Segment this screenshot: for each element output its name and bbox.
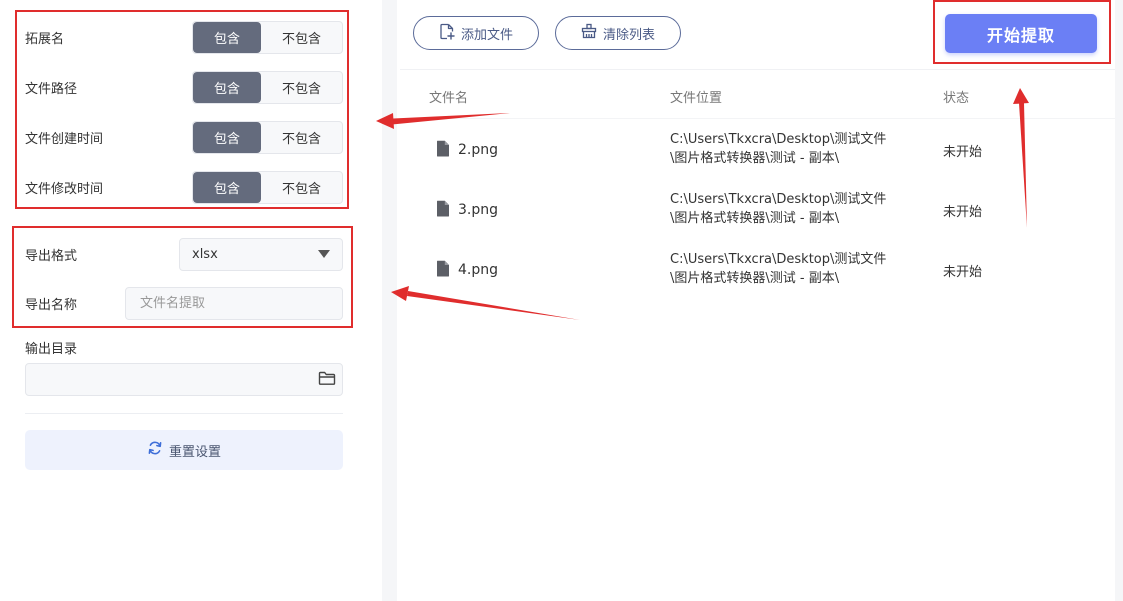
- clear-list-label: 清除列表: [602, 27, 655, 43]
- annotation-box-start: [933, 0, 1111, 64]
- table-row[interactable]: 4.png C:\Users\Tkxcra\Desktop\测试文件 \图片格式…: [400, 240, 1115, 300]
- file-location-line: C:\Users\Tkxcra\Desktop\测试文件: [670, 192, 887, 207]
- column-header-status: 状态: [943, 91, 970, 106]
- column-header-location: 文件位置: [670, 91, 723, 106]
- file-icon: [436, 260, 450, 281]
- annotation-arrow: [1013, 88, 1029, 104]
- file-location: C:\Users\Tkxcra\Desktop\测试文件 \图片格式转换器\测试…: [670, 250, 920, 288]
- file-name: 4.png: [458, 262, 499, 278]
- add-file-label: 添加文件: [460, 27, 513, 43]
- file-status: 未开始: [943, 204, 983, 220]
- output-dir-label: 输出目录: [25, 342, 78, 357]
- refresh-icon: [147, 440, 163, 460]
- divider: [25, 413, 343, 414]
- column-header-filename: 文件名: [429, 91, 469, 106]
- file-name-cell: 3.png: [436, 180, 498, 240]
- file-icon: [436, 200, 450, 221]
- annotation-box-options: [15, 10, 349, 209]
- file-location-line: \图片格式转换器\测试 - 副本\: [670, 271, 840, 286]
- reset-settings-button[interactable]: 重置设置: [25, 430, 343, 470]
- file-icon: [436, 140, 450, 161]
- file-location: C:\Users\Tkxcra\Desktop\测试文件 \图片格式转换器\测试…: [670, 130, 920, 168]
- file-name: 3.png: [458, 202, 499, 218]
- file-location-line: C:\Users\Tkxcra\Desktop\测试文件: [670, 132, 887, 147]
- panel-gutter: [382, 0, 397, 601]
- file-status: 未开始: [943, 264, 983, 280]
- file-location-line: \图片格式转换器\测试 - 副本\: [670, 151, 840, 166]
- header-divider: [400, 118, 1115, 119]
- file-location-line: \图片格式转换器\测试 - 副本\: [670, 211, 840, 226]
- file-status: 未开始: [943, 144, 983, 160]
- table-row[interactable]: 2.png C:\Users\Tkxcra\Desktop\测试文件 \图片格式…: [400, 120, 1115, 180]
- output-dir-field[interactable]: [25, 363, 343, 396]
- file-location: C:\Users\Tkxcra\Desktop\测试文件 \图片格式转换器\测试…: [670, 190, 920, 228]
- file-location-line: C:\Users\Tkxcra\Desktop\测试文件: [670, 252, 887, 267]
- file-name-cell: 2.png: [436, 120, 498, 180]
- file-name-cell: 4.png: [436, 240, 498, 300]
- file-name: 2.png: [458, 142, 499, 158]
- add-file-icon: [439, 23, 455, 44]
- annotation-box-export: [12, 226, 353, 328]
- scroll-gutter: [1115, 0, 1123, 601]
- clear-list-icon: [581, 23, 597, 43]
- folder-icon[interactable]: [318, 370, 336, 390]
- toolbar-divider: [400, 69, 1115, 70]
- add-file-button[interactable]: 添加文件: [413, 16, 539, 50]
- clear-list-button[interactable]: 清除列表: [555, 16, 681, 50]
- table-row[interactable]: 3.png C:\Users\Tkxcra\Desktop\测试文件 \图片格式…: [400, 180, 1115, 240]
- reset-settings-label: 重置设置: [168, 444, 221, 460]
